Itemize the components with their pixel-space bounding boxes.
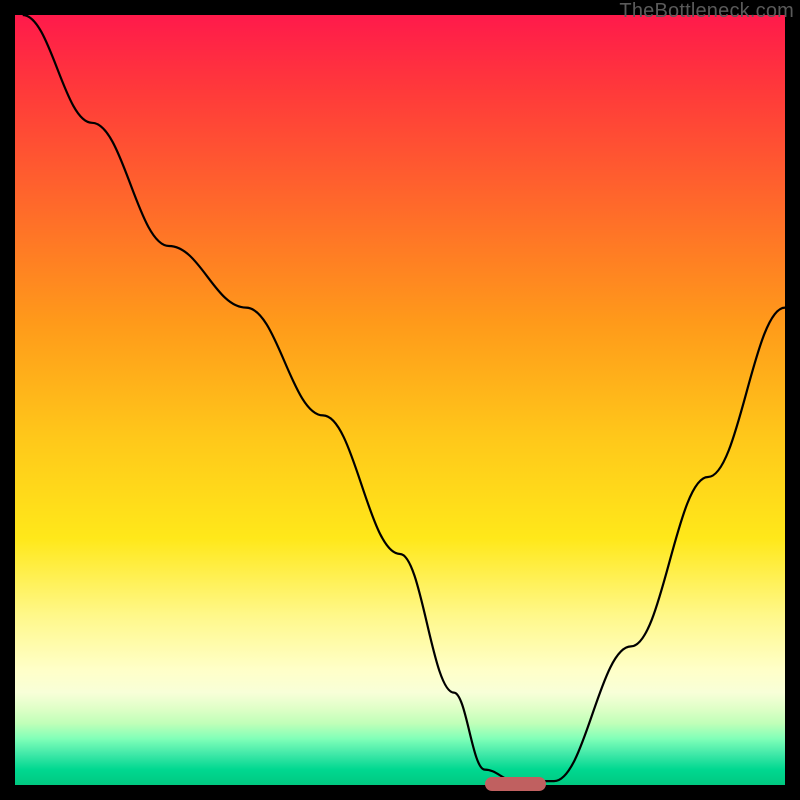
bottleneck-curve-path [23,15,785,781]
watermark-text: TheBottleneck.com [619,0,794,23]
bottleneck-chart: TheBottleneck.com [0,0,800,800]
optimal-marker [485,777,547,791]
plot-area [15,15,785,785]
curve-svg [15,15,785,785]
